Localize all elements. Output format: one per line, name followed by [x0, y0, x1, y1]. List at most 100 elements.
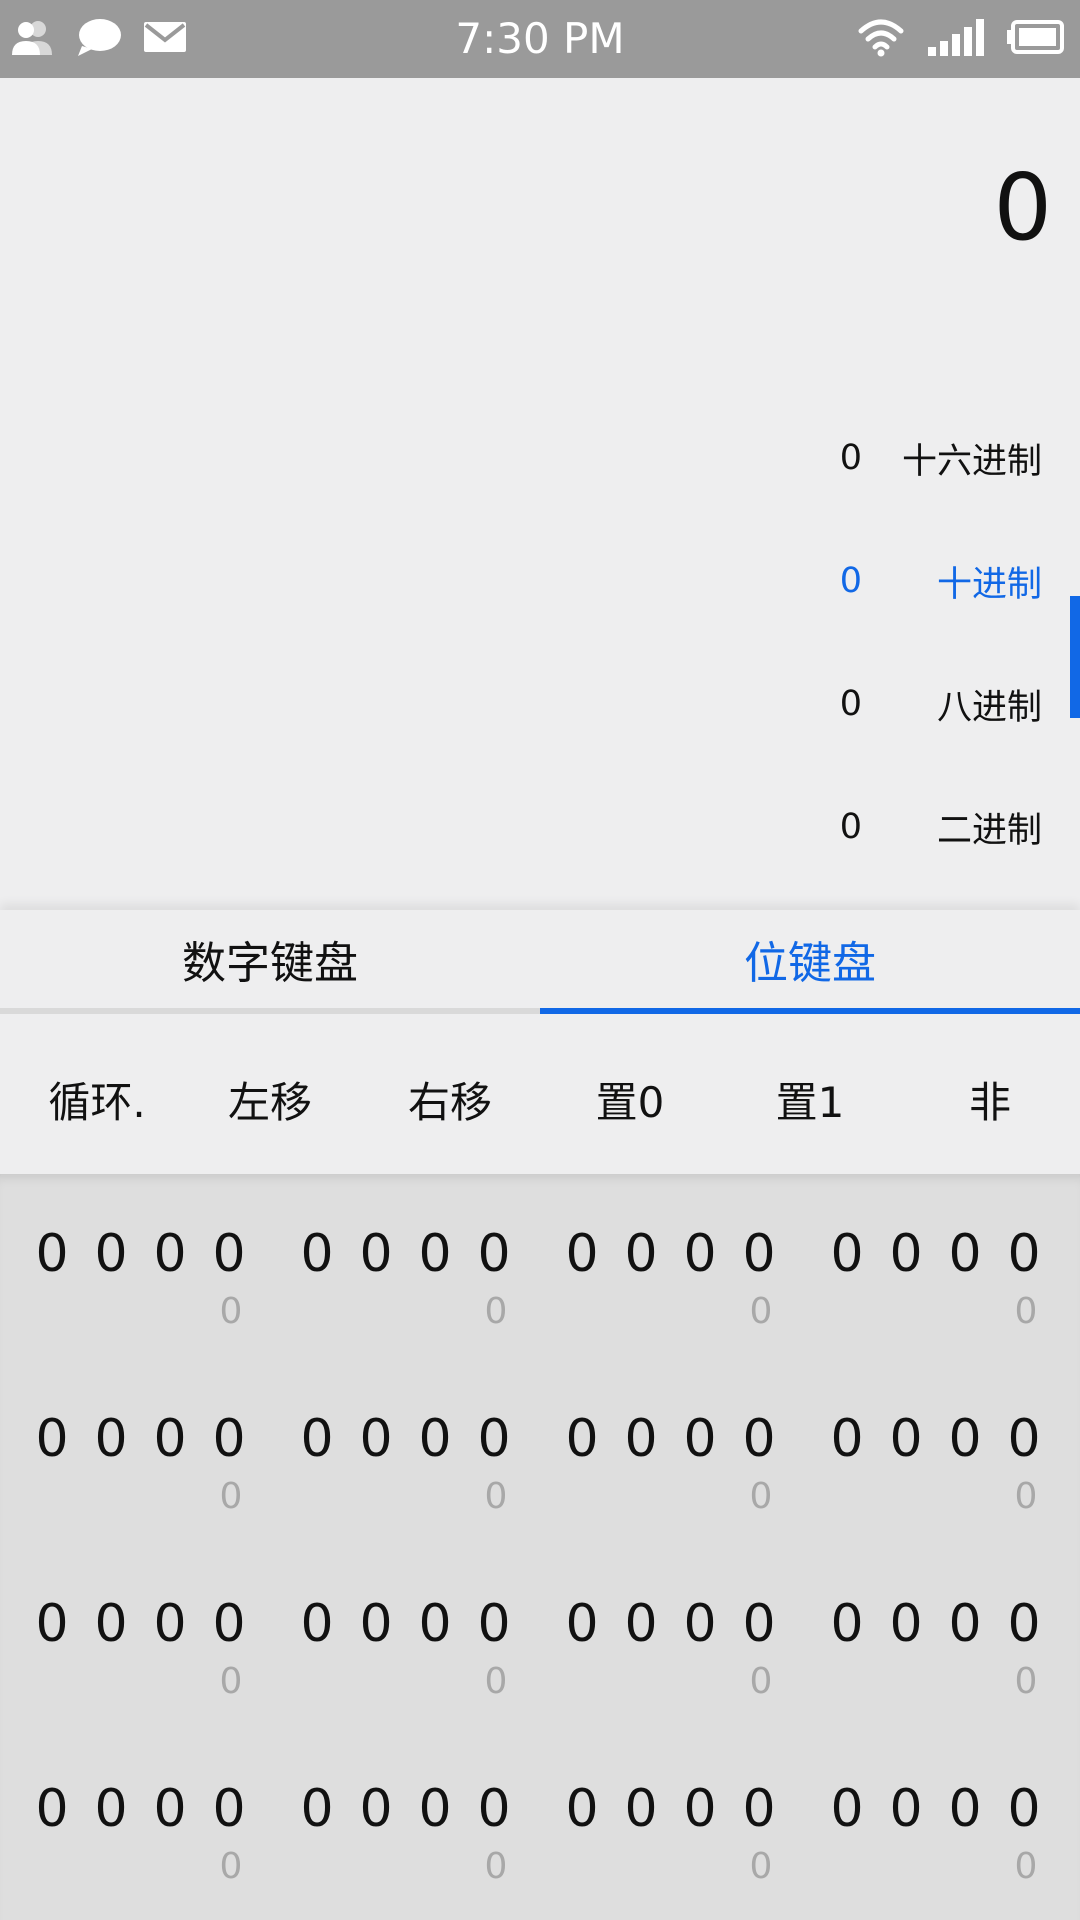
not-button[interactable]: 非	[900, 1056, 1080, 1142]
bit-toggle[interactable]: 0	[22, 1409, 82, 1469]
bit-toggle[interactable]: 0	[729, 1224, 789, 1284]
bit-toggle[interactable]: 0	[405, 1779, 465, 1839]
bit-toggle[interactable]: 0	[817, 1779, 877, 1839]
tab-bit-keyboard[interactable]: 位键盘	[540, 910, 1080, 1008]
bit-toggle[interactable]: 0	[464, 1224, 524, 1284]
bit-toggle[interactable]: 0	[670, 1409, 730, 1469]
bit-toggle[interactable]: 0	[346, 1594, 406, 1654]
set-one-button[interactable]: 置1	[720, 1056, 900, 1142]
calculator-display: 0 0 十六进制 0 十进制 0 八进制 0 二进制	[0, 78, 1080, 908]
hex-value: 0	[839, 438, 862, 478]
bit-position-label: 0	[484, 1476, 508, 1517]
bit-toggle[interactable]: 0	[346, 1779, 406, 1839]
bit-toggle[interactable]: 0	[346, 1409, 406, 1469]
bit-toggle[interactable]: 0	[199, 1409, 259, 1469]
tab-number-keyboard[interactable]: 数字键盘	[0, 910, 540, 1008]
bit-toggle[interactable]: 0	[876, 1779, 936, 1839]
bit-toggle[interactable]: 0	[729, 1594, 789, 1654]
bit-position-label: 0	[749, 1661, 773, 1702]
bit-position-label: 0	[749, 1291, 773, 1332]
bit-position-label: 0	[219, 1476, 243, 1517]
bit-toggle[interactable]: 0	[464, 1409, 524, 1469]
base-row-dec[interactable]: 0 十进制	[802, 551, 1042, 611]
rotate-button[interactable]: 循环.	[7, 1056, 187, 1142]
bit-toggle[interactable]: 0	[22, 1594, 82, 1654]
bit-toggle[interactable]: 0	[140, 1779, 200, 1839]
bit-toggle[interactable]: 0	[876, 1409, 936, 1469]
bit-toggle[interactable]: 0	[935, 1409, 995, 1469]
bit-toggle[interactable]: 0	[729, 1409, 789, 1469]
bit-toggle[interactable]: 0	[817, 1224, 877, 1284]
bit-position-label: 0	[1014, 1846, 1038, 1887]
shift-left-button[interactable]: 左移	[180, 1056, 360, 1142]
keyboard-tabs: 数字键盘 位键盘	[0, 910, 1080, 1014]
oct-label: 八进制	[936, 687, 1042, 728]
bit-toggle[interactable]: 0	[22, 1779, 82, 1839]
bit-toggle[interactable]: 0	[935, 1594, 995, 1654]
bit-position-label: 0	[1014, 1291, 1038, 1332]
bit-toggle[interactable]: 0	[464, 1779, 524, 1839]
bit-toggle[interactable]: 0	[935, 1779, 995, 1839]
bit-toggle[interactable]: 0	[552, 1594, 612, 1654]
bit-toggle[interactable]: 0	[994, 1594, 1054, 1654]
bit-toggle[interactable]: 0	[287, 1779, 347, 1839]
bit-toggle[interactable]: 0	[670, 1224, 730, 1284]
bit-toggle[interactable]: 0	[199, 1779, 259, 1839]
bit-toggle[interactable]: 0	[817, 1594, 877, 1654]
bit-toggle[interactable]: 0	[994, 1224, 1054, 1284]
bit-toggle[interactable]: 0	[140, 1224, 200, 1284]
bit-toggle[interactable]: 0	[611, 1409, 671, 1469]
base-row-hex[interactable]: 0 十六进制	[802, 428, 1042, 488]
bit-toggle[interactable]: 0	[405, 1409, 465, 1469]
bit-toggle[interactable]: 0	[81, 1594, 141, 1654]
bin-label: 二进制	[936, 810, 1042, 851]
bit-toggle[interactable]: 0	[405, 1224, 465, 1284]
base-row-bin[interactable]: 0 二进制	[802, 797, 1042, 857]
bit-toggle[interactable]: 0	[876, 1224, 936, 1284]
bin-value: 0	[839, 807, 862, 847]
bit-toggle[interactable]: 0	[670, 1594, 730, 1654]
bit-toggle[interactable]: 0	[611, 1224, 671, 1284]
bit-toggle[interactable]: 0	[464, 1594, 524, 1654]
bit-toggle[interactable]: 0	[346, 1224, 406, 1284]
bit-toggle[interactable]: 0	[22, 1224, 82, 1284]
active-base-indicator	[1070, 596, 1080, 718]
bit-toggle[interactable]: 0	[670, 1779, 730, 1839]
bit-position-label: 0	[484, 1846, 508, 1887]
bit-toggle[interactable]: 0	[287, 1594, 347, 1654]
bit-toggle[interactable]: 0	[729, 1779, 789, 1839]
bit-position-label: 0	[484, 1661, 508, 1702]
signal-icon	[926, 17, 984, 61]
wifi-icon	[858, 17, 904, 61]
base-row-oct[interactable]: 0 八进制	[802, 674, 1042, 734]
bit-toggle[interactable]: 0	[817, 1409, 877, 1469]
bit-toggle[interactable]: 0	[81, 1224, 141, 1284]
bit-position-label: 0	[1014, 1661, 1038, 1702]
bit-toggle[interactable]: 0	[140, 1409, 200, 1469]
bit-toggle[interactable]: 0	[876, 1594, 936, 1654]
bit-toggle[interactable]: 0	[287, 1224, 347, 1284]
bit-toggle[interactable]: 0	[140, 1594, 200, 1654]
bit-toggle[interactable]: 0	[199, 1224, 259, 1284]
battery-icon	[1006, 19, 1064, 59]
bit-toggle[interactable]: 0	[199, 1594, 259, 1654]
bits-grid: 0000000000000000000000000000000000000000…	[0, 1174, 1080, 1920]
bit-position-label: 0	[219, 1661, 243, 1702]
bit-toggle[interactable]: 0	[552, 1779, 612, 1839]
bit-toggle[interactable]: 0	[81, 1409, 141, 1469]
bit-toggle[interactable]: 0	[994, 1409, 1054, 1469]
bit-toggle[interactable]: 0	[611, 1779, 671, 1839]
set-zero-button[interactable]: 置0	[540, 1056, 720, 1142]
shift-right-button[interactable]: 右移	[360, 1056, 540, 1142]
bit-toggle[interactable]: 0	[552, 1409, 612, 1469]
bit-position-label: 0	[219, 1846, 243, 1887]
bit-toggle[interactable]: 0	[552, 1224, 612, 1284]
bit-toggle[interactable]: 0	[935, 1224, 995, 1284]
bit-toggle[interactable]: 0	[81, 1779, 141, 1839]
bit-position-label: 0	[219, 1291, 243, 1332]
bit-toggle[interactable]: 0	[405, 1594, 465, 1654]
bit-toggle[interactable]: 0	[994, 1779, 1054, 1839]
bit-position-label: 0	[749, 1846, 773, 1887]
bit-toggle[interactable]: 0	[611, 1594, 671, 1654]
bit-toggle[interactable]: 0	[287, 1409, 347, 1469]
